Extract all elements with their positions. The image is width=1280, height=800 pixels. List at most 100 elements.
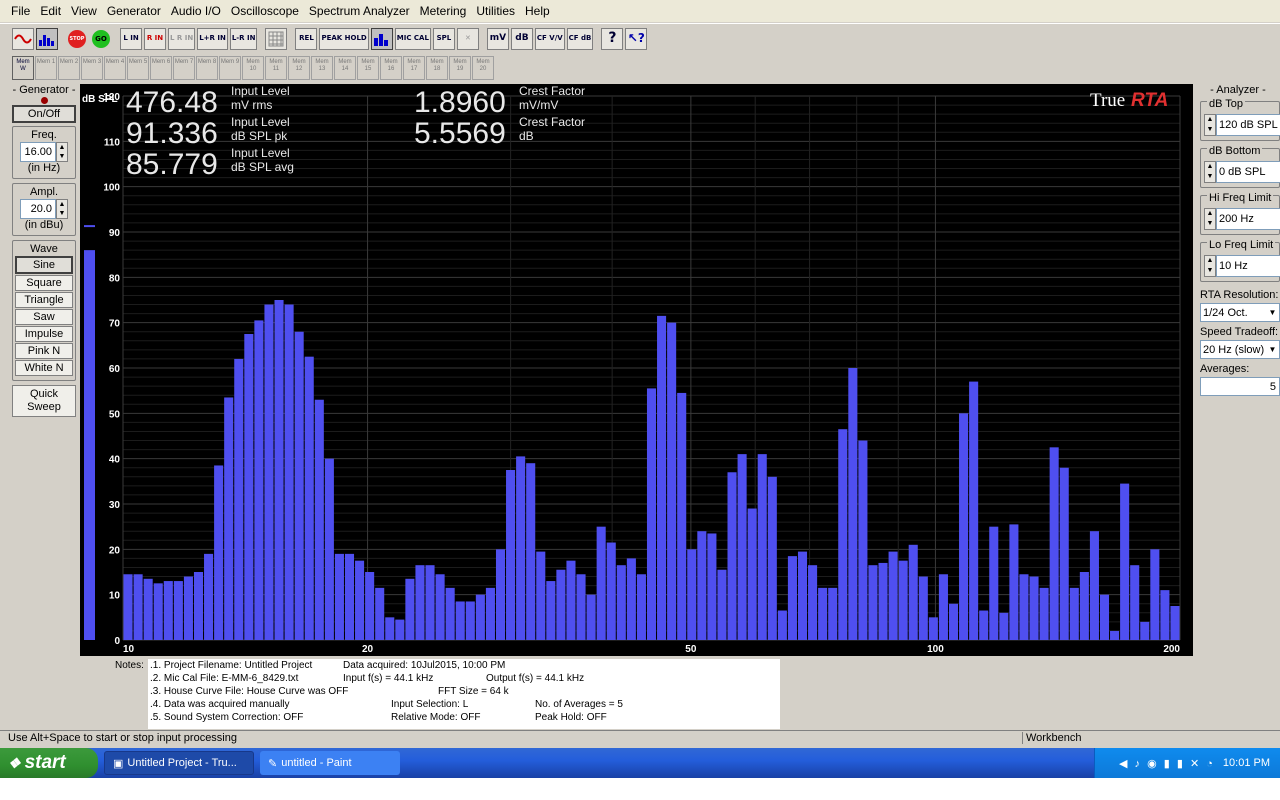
memory-slot-14-button[interactable]: Mem 14: [334, 56, 356, 80]
stop-button[interactable]: STOP: [66, 28, 88, 50]
sum-input-button[interactable]: L+R IN: [197, 27, 228, 50]
spectrum-bar: [355, 560, 365, 640]
spectrum-bar: [908, 544, 918, 640]
menu-oscilloscope[interactable]: Oscilloscope: [226, 0, 304, 22]
taskbar-item-paint[interactable]: ✎ untitled - Paint: [260, 751, 400, 775]
rta-resolution-select[interactable]: 1/24 Oct. ▼: [1200, 303, 1280, 322]
db-top-field[interactable]: 120 dB SPL: [1216, 114, 1280, 136]
menu-view[interactable]: View: [66, 0, 102, 22]
note-fft-size: FFT Size = 64 k: [438, 686, 509, 697]
menu-help[interactable]: Help: [520, 0, 555, 22]
spectrum-icon[interactable]: [36, 27, 58, 50]
rta-bars-button[interactable]: [370, 27, 393, 50]
memory-slot-16-button[interactable]: Mem 16: [380, 56, 402, 80]
generator-onoff-button[interactable]: On/Off: [12, 105, 76, 123]
spectrum-bar: [264, 304, 274, 640]
menu-spectrum-analyzer[interactable]: Spectrum Analyzer: [304, 0, 415, 22]
spectrum-bar: [536, 551, 546, 640]
memory-slot-7-button[interactable]: Mem 7: [173, 56, 195, 80]
averages-field[interactable]: 5: [1200, 377, 1280, 396]
db-bottom-field[interactable]: 0 dB SPL: [1216, 161, 1280, 183]
spectrum-bar: [204, 553, 214, 640]
hi-freq-spin-icon[interactable]: ▲ ▼: [1204, 208, 1216, 230]
taskbar-item-truerta[interactable]: ▣ Untitled Project - Tru...: [104, 751, 254, 775]
mic-cal-button[interactable]: MIC CAL: [394, 27, 431, 50]
y-axis-label: dB SPL: [82, 94, 118, 105]
right-input-button[interactable]: R IN: [144, 27, 166, 50]
menu-edit[interactable]: Edit: [35, 0, 66, 22]
help-icon[interactable]: ?: [601, 27, 624, 50]
x-tick-label: 100: [927, 644, 944, 655]
speed-tradeoff-select[interactable]: 20 Hz (slow) ▼: [1200, 340, 1280, 359]
disabled-tool-button[interactable]: ✕: [456, 27, 479, 50]
freq-field[interactable]: 16.00: [20, 142, 56, 162]
db-bottom-spin-icon[interactable]: ▲ ▼: [1204, 161, 1216, 183]
ampl-field[interactable]: 20.0: [20, 199, 56, 219]
wave-sine-button[interactable]: Sine: [15, 256, 73, 274]
diff-input-button[interactable]: L-R IN: [229, 27, 258, 50]
wave-impulse-button[interactable]: Impulse: [15, 326, 73, 342]
menu-generator[interactable]: Generator: [102, 0, 166, 22]
speed-tradeoff-label: Speed Tradeoff:: [1200, 326, 1279, 338]
crest-factor-vv-button[interactable]: CF V/V: [534, 27, 565, 50]
memory-slot-20-button[interactable]: Mem 20: [472, 56, 494, 80]
wave-white-noise-button[interactable]: White N: [15, 360, 73, 376]
menu-utilities[interactable]: Utilities: [471, 0, 520, 22]
menu-metering[interactable]: Metering: [415, 0, 472, 22]
spl-button[interactable]: SPL: [432, 27, 455, 50]
db-button[interactable]: dB: [510, 27, 533, 50]
wave-triangle-button[interactable]: Triangle: [15, 292, 73, 308]
db-top-spin-icon[interactable]: ▲ ▼: [1204, 114, 1216, 136]
menu-audio-io[interactable]: Audio I/O: [166, 0, 226, 22]
lo-freq-field[interactable]: 10 Hz: [1216, 255, 1280, 277]
go-button[interactable]: GO: [90, 28, 112, 50]
memory-slot-1-button[interactable]: Mem 1: [35, 56, 57, 80]
wave-square-button[interactable]: Square: [15, 275, 73, 291]
db-bottom-group: dB Bottom ▲ ▼ 0 dB SPL: [1200, 145, 1280, 188]
lo-freq-spin-icon[interactable]: ▲ ▼: [1204, 255, 1216, 277]
db-bottom-label: dB Bottom: [1207, 145, 1263, 157]
crest-factor-db-button[interactable]: CF dB: [566, 27, 594, 50]
memory-working-button[interactable]: Mem W: [12, 56, 34, 80]
quick-sweep-button[interactable]: Quick Sweep: [12, 385, 76, 417]
grid-button[interactable]: [265, 27, 288, 50]
memory-slot-4-button[interactable]: Mem 4: [104, 56, 126, 80]
memory-slot-9-button[interactable]: Mem 9: [219, 56, 241, 80]
ampl-spin-arrows-icon[interactable]: ▲ ▼: [56, 199, 68, 219]
oscilloscope-icon[interactable]: [12, 27, 34, 50]
note-line-1: .1. Project Filename: Untitled Project: [150, 660, 313, 671]
wave-pink-noise-button[interactable]: Pink N: [15, 343, 73, 359]
memory-slot-8-button[interactable]: Mem 8: [196, 56, 218, 80]
freq-spin-arrows-icon[interactable]: ▲ ▼: [56, 142, 68, 162]
left-input-button[interactable]: L IN: [120, 27, 142, 50]
memory-slot-12-button[interactable]: Mem 12: [288, 56, 310, 80]
memory-slot-13-button[interactable]: Mem 13: [311, 56, 333, 80]
y-tick-label: 60: [109, 364, 121, 375]
memory-slot-6-button[interactable]: Mem 6: [150, 56, 172, 80]
memory-slot-15-button[interactable]: Mem 15: [357, 56, 379, 80]
memory-slot-19-button[interactable]: Mem 19: [449, 56, 471, 80]
peak-hold-button[interactable]: PEAK HOLD: [319, 27, 369, 50]
start-button[interactable]: ❖ start: [0, 748, 98, 778]
spectrum-bar: [1099, 594, 1110, 640]
stereo-input-button[interactable]: L R IN: [168, 27, 196, 50]
menu-file[interactable]: File: [6, 0, 35, 22]
tray-icons[interactable]: ◀ ♪ ◉ ▮ ▮ ✕ ◔: [1119, 757, 1215, 770]
mv-button[interactable]: mV: [486, 27, 509, 50]
spectrum-bar: [948, 603, 959, 640]
wave-saw-button[interactable]: Saw: [15, 309, 73, 325]
context-help-icon[interactable]: ↖?: [625, 27, 648, 50]
memory-slot-5-button[interactable]: Mem 5: [127, 56, 149, 80]
hi-freq-field[interactable]: 200 Hz: [1216, 208, 1280, 230]
memory-slot-2-button[interactable]: Mem 2: [58, 56, 80, 80]
memory-slot-17-button[interactable]: Mem 17: [403, 56, 425, 80]
memory-slot-10-button[interactable]: Mem 10: [242, 56, 264, 80]
memory-slot-11-button[interactable]: Mem 11: [265, 56, 287, 80]
memory-slot-18-button[interactable]: Mem 18: [426, 56, 448, 80]
spectrum-bar: [405, 578, 415, 640]
memory-slot-3-button[interactable]: Mem 3: [81, 56, 103, 80]
crest-factor-vv-label-1: Crest Factor: [519, 84, 585, 98]
x-tick-label: 50: [685, 644, 697, 655]
spectrum-bar: [938, 574, 948, 640]
relative-mode-button[interactable]: REL: [295, 27, 318, 50]
